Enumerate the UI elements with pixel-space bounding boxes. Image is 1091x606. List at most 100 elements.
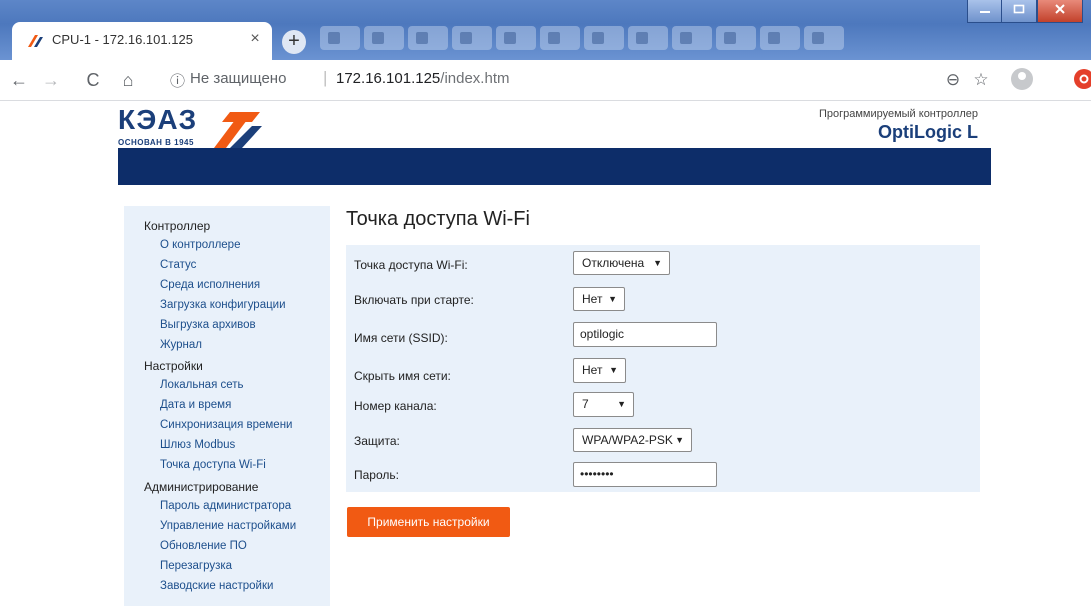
chevron-down-icon: ▼ [609, 365, 618, 375]
apply-settings-button[interactable]: Применить настройки [347, 507, 510, 537]
browser-toolbar: ← → C ⌂ ⓘ Не защищено | 172.16.101.125/i… [0, 60, 1091, 101]
form-row-wifi-ap: Точка доступа Wi-Fi: Отключена ▼ [346, 245, 980, 285]
ssid-label: Имя сети (SSID): [354, 331, 448, 345]
sidebar-item-archive-download[interactable]: Выгрузка архивов [160, 319, 256, 331]
sidebar-item-datetime[interactable]: Дата и время [160, 399, 231, 411]
logo-text: КЭАЗ [118, 104, 198, 135]
security-select[interactable]: WPA/WPA2-PSK ▼ [573, 428, 692, 452]
tab-close-icon[interactable]: × [246, 30, 264, 48]
background-tab[interactable] [540, 26, 580, 50]
maximize-icon [1013, 4, 1025, 14]
url-host: 172.16.101.125 [336, 70, 441, 87]
form-row-on-start: Включать при старте: Нет ▼ [346, 285, 980, 325]
hide-ssid-label: Скрыть имя сети: [354, 369, 451, 383]
product-name: OptiLogic L [878, 122, 978, 142]
channel-select[interactable]: 7 ▼ [573, 392, 634, 417]
chevron-down-icon: ▼ [675, 435, 684, 445]
background-tab[interactable] [496, 26, 536, 50]
home-icon[interactable]: ⌂ [115, 67, 141, 93]
header-band [118, 148, 991, 185]
bookmark-star-icon[interactable]: ☆ [968, 67, 994, 93]
background-tab[interactable] [628, 26, 668, 50]
browser-tab-title: CPU-1 - 172.16.101.125 [52, 32, 193, 47]
sidebar-item-log[interactable]: Журнал [160, 339, 202, 351]
sidebar-item-runtime[interactable]: Среда исполнения [160, 279, 260, 291]
sidebar-item-settings-management[interactable]: Управление настройками [160, 520, 296, 532]
hide-ssid-select[interactable]: Нет ▼ [573, 358, 626, 383]
form-row-ssid: Имя сети (SSID): optilogic [346, 322, 980, 365]
chevron-down-icon: ▼ [608, 294, 617, 304]
sidebar-item-config-upload[interactable]: Загрузка конфигурации [160, 299, 286, 311]
on-start-label: Включать при старте: [354, 293, 474, 307]
sidebar-item-time-sync[interactable]: Синхронизация времени [160, 419, 292, 431]
sidebar-item-wifi-ap[interactable]: Точка доступа Wi-Fi [160, 459, 266, 471]
sidebar-item-modbus-gateway[interactable]: Шлюз Modbus [160, 439, 235, 451]
forward-icon[interactable]: → [38, 67, 64, 93]
sidebar-nav: Контроллер О контроллере Статус Среда ис… [124, 206, 330, 606]
background-tab[interactable] [760, 26, 800, 50]
browser-tab-active[interactable]: CPU-1 - 172.16.101.125 × [12, 22, 272, 60]
chevron-down-icon: ▼ [617, 399, 626, 409]
background-tab[interactable] [584, 26, 624, 50]
sidebar-item-admin-password[interactable]: Пароль администратора [160, 500, 291, 512]
password-label: Пароль: [354, 468, 399, 482]
on-start-select[interactable]: Нет ▼ [573, 287, 625, 311]
wifi-settings-form: Точка доступа Wi-Fi: Отключена ▼ Включат… [346, 245, 980, 492]
security-value: WPA/WPA2-PSK [582, 433, 673, 447]
sidebar-group-controller[interactable]: Контроллер [144, 219, 210, 233]
wifi-ap-label: Точка доступа Wi-Fi: [354, 258, 468, 272]
sidebar-item-status[interactable]: Статус [160, 259, 196, 271]
hide-ssid-value: Нет [582, 363, 603, 377]
ssid-input[interactable]: optilogic [573, 322, 717, 347]
sidebar-group-admin[interactable]: Администрирование [144, 480, 258, 494]
keaz-logo[interactable]: КЭАЗ ОСНОВАН В 1945 [118, 104, 262, 148]
background-tab[interactable] [408, 26, 448, 50]
maximize-window-button[interactable] [1001, 0, 1037, 23]
password-input[interactable]: •••••••• [573, 462, 717, 487]
background-tab[interactable] [804, 26, 844, 50]
back-icon[interactable]: ← [6, 67, 32, 93]
zoom-icon[interactable]: ⊖ [940, 67, 966, 93]
sidebar-group-settings[interactable]: Настройки [144, 359, 203, 373]
sidebar-item-firmware-update[interactable]: Обновление ПО [160, 540, 247, 552]
channel-value: 7 [582, 397, 589, 411]
background-tab[interactable] [716, 26, 756, 50]
form-row-password: Пароль: •••••••• [346, 460, 980, 500]
url-path: /index.htm [440, 70, 510, 87]
logo-tagline: ОСНОВАН В 1945 [118, 138, 194, 147]
minimize-icon [980, 11, 990, 13]
form-row-hide-ssid: Скрыть имя сети: Нет ▼ [346, 358, 980, 405]
extension-glyph-icon [1079, 74, 1089, 84]
background-tab[interactable] [320, 26, 360, 50]
keaz-favicon-icon [28, 35, 43, 47]
page-title: Точка доступа Wi-Fi [346, 208, 530, 230]
reload-icon[interactable]: C [80, 67, 106, 93]
sidebar-item-lan[interactable]: Локальная сеть [160, 379, 244, 391]
wifi-ap-select[interactable]: Отключена ▼ [573, 251, 670, 275]
background-tab[interactable] [364, 26, 404, 50]
channel-label: Номер канала: [354, 399, 437, 413]
browser-tab-strip: CPU-1 - 172.16.101.125 × + [0, 0, 1091, 60]
url-separator: | [323, 68, 328, 87]
new-tab-button[interactable]: + [282, 30, 306, 54]
minimize-window-button[interactable] [967, 0, 1003, 23]
background-tab[interactable] [672, 26, 712, 50]
sidebar-item-factory-reset[interactable]: Заводские настройки [160, 580, 273, 592]
security-status[interactable]: Не защищено [190, 70, 286, 87]
keaz-logo-mark-icon [214, 112, 262, 148]
wifi-ap-value: Отключена [582, 256, 645, 270]
address-bar[interactable]: 172.16.101.125/index.htm [336, 70, 509, 87]
sidebar-item-about[interactable]: О контроллере [160, 239, 240, 251]
close-window-icon [1055, 4, 1065, 14]
background-tab[interactable] [452, 26, 492, 50]
chevron-down-icon: ▼ [653, 258, 662, 268]
form-row-security: Защита: WPA/WPA2-PSK ▼ [346, 425, 980, 465]
extension-icon[interactable] [1074, 69, 1091, 89]
info-icon[interactable]: ⓘ [170, 70, 185, 91]
profile-avatar-icon[interactable] [1011, 68, 1033, 90]
product-caption: Программируемый контроллер [818, 108, 978, 120]
security-label: Защита: [354, 434, 400, 448]
on-start-value: Нет [582, 292, 603, 306]
sidebar-item-reboot[interactable]: Перезагрузка [160, 560, 232, 572]
close-window-button[interactable] [1037, 0, 1083, 23]
